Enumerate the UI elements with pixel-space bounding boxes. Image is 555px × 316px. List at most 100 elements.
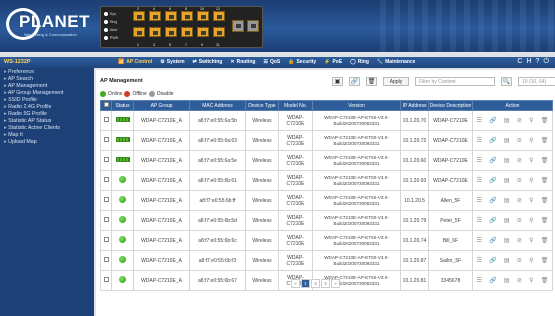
unlink-icon[interactable]: ⊘ [517, 177, 522, 184]
row-checkbox[interactable] [103, 157, 109, 162]
nav-security[interactable]: 🔒 Security [288, 59, 316, 65]
sfp-port[interactable] [247, 20, 259, 32]
link-icon[interactable]: 🔗 [349, 77, 360, 86]
config-icon[interactable]: ▤ [504, 137, 510, 144]
unlink-icon[interactable]: ⊘ [517, 197, 522, 204]
location-pin-icon[interactable]: ⚲ [529, 137, 533, 144]
location-pin-icon[interactable]: ⚲ [529, 217, 533, 224]
delete-icon[interactable]: 🗑 [541, 117, 549, 124]
list-icon[interactable]: ☰ [477, 217, 482, 224]
link-icon[interactable]: 🔗 [489, 157, 496, 164]
delete-icon[interactable]: 🗑 [541, 137, 549, 144]
nav-ap-control[interactable]: 📶 AP Control [118, 59, 152, 65]
row-select[interactable] [100, 230, 112, 251]
row-select[interactable] [100, 270, 112, 291]
unlink-icon[interactable]: ⊘ [517, 157, 522, 164]
sidebar-item-ap-group-management[interactable]: AP Group Management [0, 90, 94, 97]
config-icon[interactable]: ▤ [504, 277, 510, 284]
link-icon[interactable]: 🔗 [489, 137, 496, 144]
unlink-icon[interactable]: ⊘ [517, 217, 522, 224]
filter-input[interactable]: Filter by Content [415, 77, 495, 86]
location-pin-icon[interactable]: ⚲ [529, 157, 533, 164]
list-icon[interactable]: ☰ [477, 157, 482, 164]
page-2[interactable]: 2 [311, 279, 320, 288]
port[interactable] [149, 27, 161, 37]
config-icon[interactable]: ▤ [504, 177, 510, 184]
sidebar-item-ap-management[interactable]: AP Management [0, 83, 94, 90]
port[interactable] [133, 27, 145, 37]
row-checkbox[interactable] [103, 177, 109, 182]
unlink-icon[interactable]: ⊘ [517, 137, 522, 144]
link-icon[interactable]: 🔗 [489, 217, 496, 224]
page-3[interactable]: 3 [321, 279, 330, 288]
config-icon[interactable]: ▤ [504, 117, 510, 124]
col-select[interactable] [100, 100, 112, 111]
table-row[interactable]: WDAP-C7210E_A a8:f7:e0:55:6b:6c Wireless WD… [100, 230, 553, 251]
location-pin-icon[interactable]: ⚲ [529, 277, 533, 284]
row-checkbox[interactable] [103, 277, 109, 282]
location-pin-icon[interactable]: ⚲ [529, 237, 533, 244]
link-icon[interactable]: 🔗 [489, 177, 496, 184]
delete-icon[interactable]: 🗑 [541, 217, 549, 224]
nav-ring[interactable]: ◯ Ring [350, 59, 369, 65]
list-icon[interactable]: ☰ [477, 257, 482, 264]
sidebar-item-map-it[interactable]: Map It [0, 132, 94, 139]
trash-icon[interactable]: 🗑 [366, 77, 377, 86]
nav-system[interactable]: ⚙ System [160, 59, 184, 65]
table-row[interactable]: WDAP-C7210E_A a8:f7:e0:55:6a:5e Wireless WD… [100, 150, 553, 171]
delete-icon[interactable]: 🗑 [541, 177, 549, 184]
list-icon[interactable]: ☰ [477, 137, 482, 144]
refresh-icon[interactable]: C [517, 58, 522, 66]
config-icon[interactable]: ▤ [504, 217, 510, 224]
sfp-port[interactable] [232, 20, 244, 32]
row-select[interactable] [100, 110, 112, 131]
unlink-icon[interactable]: ⊘ [517, 117, 522, 124]
page-next[interactable]: » [331, 279, 340, 288]
list-icon[interactable]: ☰ [477, 117, 482, 124]
row-select[interactable] [100, 150, 112, 171]
table-row[interactable]: WDAP-C7210E_A a8:f7:e0:55:6b:61 Wireless WD… [100, 170, 553, 191]
list-icon[interactable]: ☰ [477, 177, 482, 184]
unlink-icon[interactable]: ⊘ [517, 237, 522, 244]
row-checkbox[interactable] [103, 197, 109, 202]
row-select[interactable] [100, 190, 112, 211]
search-icon[interactable]: 🔍 [501, 77, 512, 86]
sidebar-item-statistic-ap[interactable]: Statistic AP Status [0, 118, 94, 125]
row-select[interactable] [100, 250, 112, 271]
sidebar-item-radio-5g[interactable]: Radio 5G Profile [0, 111, 94, 118]
unlink-icon[interactable]: ⊘ [517, 277, 522, 284]
sidebar-item-ap-search[interactable]: AP Search [0, 76, 94, 83]
link-icon[interactable]: 🔗 [489, 277, 496, 284]
config-icon[interactable]: ▤ [504, 237, 510, 244]
delete-icon[interactable]: 🗑 [541, 257, 549, 264]
apply-button[interactable]: Apply [383, 77, 409, 86]
delete-icon[interactable]: 🗑 [541, 277, 549, 284]
list-icon[interactable]: ☰ [477, 277, 482, 284]
nav-switching[interactable]: ⇄ Switching [193, 59, 223, 65]
port[interactable] [181, 27, 193, 37]
row-select[interactable] [100, 130, 112, 151]
port[interactable] [181, 11, 193, 21]
link-icon[interactable]: 🔗 [489, 197, 496, 204]
port[interactable] [197, 11, 209, 21]
sidebar-item-upload-map[interactable]: Upload Map [0, 139, 94, 146]
location-pin-icon[interactable]: ⚲ [529, 177, 533, 184]
page-size-input[interactable]: 10 (10, 64) [518, 77, 555, 86]
power-icon[interactable]: ⏻ [543, 58, 549, 66]
port[interactable] [165, 11, 177, 21]
sidebar-item-preference[interactable]: Preference [0, 69, 94, 76]
port[interactable] [165, 27, 177, 37]
row-checkbox[interactable] [103, 117, 109, 122]
row-select[interactable] [100, 170, 112, 191]
nav-routing[interactable]: ✕ Routing [230, 59, 255, 65]
config-icon[interactable]: ▤ [504, 157, 510, 164]
table-row[interactable]: WDAP-C7210E_A a8:f7:e0:55:6b:f3 Wireless WD… [100, 250, 553, 271]
list-icon[interactable]: ☰ [477, 237, 482, 244]
link-icon[interactable]: 🔗 [489, 237, 496, 244]
list-icon[interactable]: ☰ [477, 197, 482, 204]
port[interactable] [133, 11, 145, 21]
delete-icon[interactable]: 🗑 [541, 197, 549, 204]
location-pin-icon[interactable]: ⚲ [529, 197, 533, 204]
table-row[interactable]: WDAP-C7210E_A a8:f7:e0:55:6b:ff Wireless WD… [100, 190, 553, 211]
help-icon[interactable]: ? [536, 58, 540, 66]
